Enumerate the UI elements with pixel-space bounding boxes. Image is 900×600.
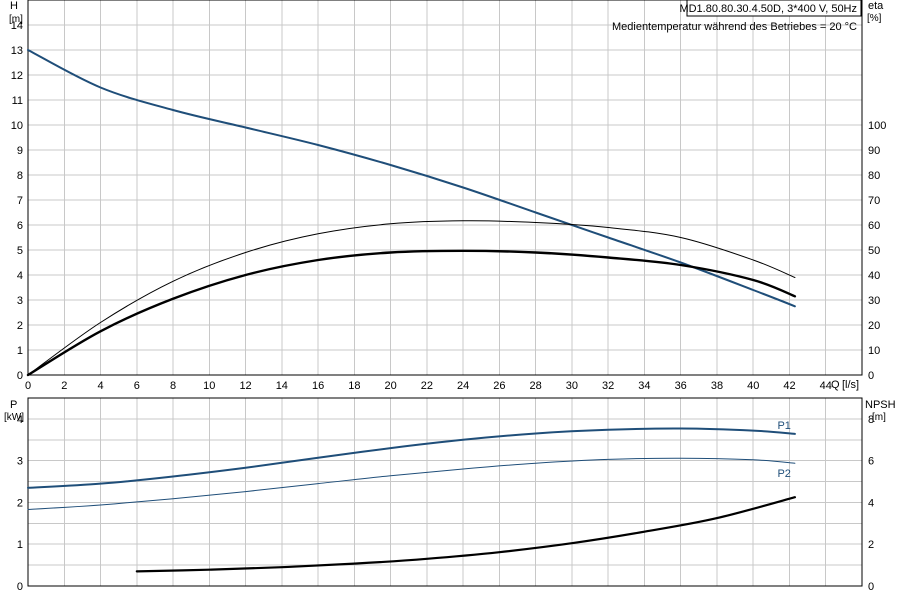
- y-tick-label: 13: [11, 45, 23, 57]
- y-tick-label: 6: [17, 220, 23, 232]
- x-tick-label: 22: [421, 380, 433, 392]
- p-tick-label: 3: [17, 456, 23, 468]
- curve-eta-total: [26, 249, 797, 377]
- y-tick-label: 8: [17, 170, 23, 182]
- x-tick-label: 8: [170, 380, 176, 392]
- curve-p2: [27, 457, 796, 510]
- y2-tick-label: 10: [868, 345, 880, 357]
- y2-tick-label: 30: [868, 295, 880, 307]
- pump-performance-chart: P1P2 0 2 4 6 8 10 12 14 16 18 20 22 24 26 28 30 32 34 36 38…: [4, 0, 896, 593]
- y-tick-label: 0: [17, 370, 23, 382]
- npsh-tick-label: 4: [868, 497, 874, 509]
- x-tick-label: 10: [203, 380, 215, 392]
- y-tick-label: 11: [12, 95, 23, 107]
- x-tick-label: 16: [312, 380, 324, 392]
- y-tick-label: 10: [11, 120, 23, 132]
- x-tick-label: 38: [711, 380, 723, 392]
- npsh-tick-label: 6: [868, 456, 874, 468]
- y2-tick-label: 80: [868, 170, 880, 182]
- x-tick-label: 24: [457, 380, 469, 392]
- p-axis-unit: [kW]: [4, 412, 24, 423]
- x-tick-label: 14: [276, 380, 288, 392]
- x-tick-label: 30: [566, 380, 578, 392]
- npsh-tick-label: 2: [868, 539, 874, 551]
- x-tick-label: 42: [783, 380, 795, 392]
- y-tick-label: 3: [17, 295, 23, 307]
- y-tick-label: 12: [11, 70, 23, 82]
- q-axis-title: Q: [831, 379, 840, 391]
- y2-tick-label: 60: [868, 220, 880, 232]
- axis-labels: 0 2 4 6 8 10 12 14 16 18 20 22 24 26 28 30 32 34 36 38 40 42 4…: [4, 0, 896, 593]
- x-tick-label: 6: [134, 380, 140, 392]
- y2-tick-label: 20: [868, 320, 880, 332]
- curve-eta: [27, 220, 796, 376]
- x-tick-label: 12: [239, 380, 251, 392]
- y2-tick-label: 40: [868, 270, 880, 282]
- x-tick-label: 18: [348, 380, 360, 392]
- p-tick-label: 0: [17, 581, 23, 593]
- x-tick-label: 4: [97, 380, 103, 392]
- p-axis-title: P: [10, 399, 17, 411]
- x-tick-label: 20: [384, 380, 396, 392]
- x-tick-label: 36: [675, 380, 687, 392]
- x-tick-label: 34: [638, 380, 650, 392]
- bottom-series: P1 P2: [27, 420, 796, 573]
- y-tick-label: 7: [17, 195, 23, 207]
- legend-p1: P1: [777, 420, 790, 432]
- p-tick-label: 2: [17, 497, 23, 509]
- y2-tick-label: 70: [868, 195, 880, 207]
- y2-tick-label: 100: [868, 120, 886, 132]
- eta-axis-unit: [%]: [867, 13, 882, 24]
- npsh-axis-title: NPSH: [865, 399, 896, 411]
- y-tick-label: 4: [17, 270, 23, 282]
- temperature-note: Medientemperatur während des Betriebes =…: [612, 21, 857, 33]
- x-tick-label: 26: [493, 380, 505, 392]
- x-tick-label: 28: [530, 380, 542, 392]
- curve-h: [27, 49, 796, 308]
- y2-tick-label: 0: [868, 370, 874, 382]
- model-label: MD1.80.80.30.4.50D, 3*400 V, 50Hz: [679, 3, 857, 15]
- npsh-tick-label: 0: [868, 581, 874, 593]
- top-series: [26, 49, 797, 377]
- q-axis-unit: [l/s]: [842, 379, 859, 391]
- npsh-axis-unit: [m]: [872, 412, 886, 423]
- y2-tick-label: 50: [868, 245, 880, 257]
- y-tick-label: 2: [17, 320, 23, 332]
- y-tick-label: 9: [17, 145, 23, 157]
- top-grid: [27, 0, 863, 376]
- p-tick-label: 1: [17, 539, 23, 551]
- y-tick-label: 5: [17, 245, 23, 257]
- top-plot-frame: [27, 0, 863, 376]
- legend-p2: P2: [777, 468, 790, 480]
- y2-tick-label: 90: [868, 145, 880, 157]
- h-axis-title: H: [10, 0, 18, 12]
- eta-axis-title: eta: [868, 0, 884, 12]
- x-tick-label: 2: [61, 380, 67, 392]
- y-tick-label: 1: [17, 345, 23, 357]
- x-tick-label: 40: [747, 380, 759, 392]
- x-tick-label: 32: [602, 380, 614, 392]
- curve-npsh: [135, 496, 796, 573]
- h-axis-unit: [m]: [9, 14, 23, 25]
- x-tick-label: 0: [25, 380, 31, 392]
